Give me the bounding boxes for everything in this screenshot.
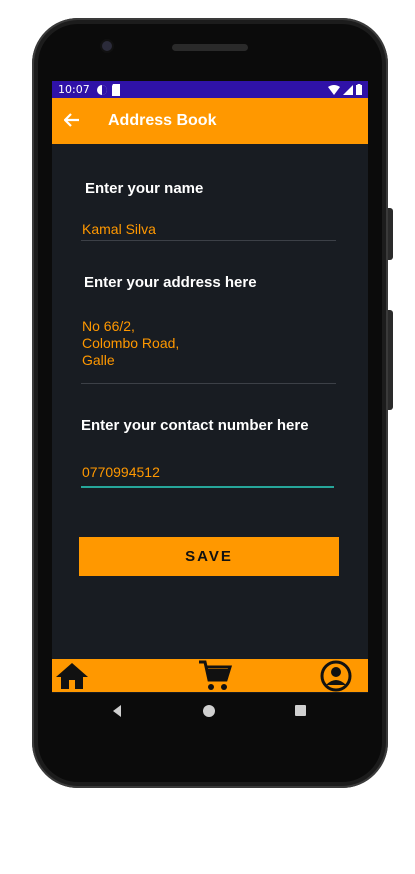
- notification-icon: [96, 84, 107, 95]
- signal-icon: [343, 84, 353, 95]
- system-nav-bar: [52, 693, 368, 731]
- address-field-underline: [81, 383, 336, 384]
- earpiece-speaker: [172, 44, 248, 51]
- battery-icon: [356, 84, 362, 95]
- front-camera: [102, 41, 112, 51]
- arrow-left-icon: [63, 112, 79, 127]
- profile-icon[interactable]: [320, 660, 352, 692]
- name-field[interactable]: Kamal Silva: [82, 221, 156, 238]
- name-label: Enter your name: [85, 180, 204, 197]
- power-button: [388, 310, 393, 410]
- address-field[interactable]: No 66/2, Colombo Road, Galle: [82, 318, 179, 369]
- name-field-underline: [81, 240, 336, 241]
- back-nav-icon[interactable]: [112, 705, 122, 717]
- home-icon[interactable]: [55, 662, 89, 690]
- address-label: Enter your address here: [84, 274, 257, 291]
- status-bar: 10:07: [52, 81, 368, 98]
- status-time: 10:07: [58, 83, 90, 96]
- volume-button: [388, 208, 393, 260]
- home-nav-icon[interactable]: [203, 705, 215, 717]
- back-button[interactable]: [63, 111, 92, 132]
- contact-field-underline: [81, 486, 334, 488]
- recents-nav-icon[interactable]: [295, 705, 306, 716]
- cart-icon[interactable]: [198, 660, 232, 692]
- wifi-icon: [328, 84, 340, 95]
- bottom-nav: [52, 659, 368, 692]
- contact-label: Enter your contact number here: [81, 417, 309, 434]
- save-button[interactable]: SAVE: [79, 537, 339, 576]
- page-title: Address Book: [108, 112, 217, 129]
- sd-card-icon: [111, 83, 120, 96]
- contact-field[interactable]: 0770994512: [82, 464, 160, 481]
- screen: 10:07 Address Book Enter your name Kamal…: [52, 81, 368, 693]
- app-bar: Address Book: [52, 98, 368, 144]
